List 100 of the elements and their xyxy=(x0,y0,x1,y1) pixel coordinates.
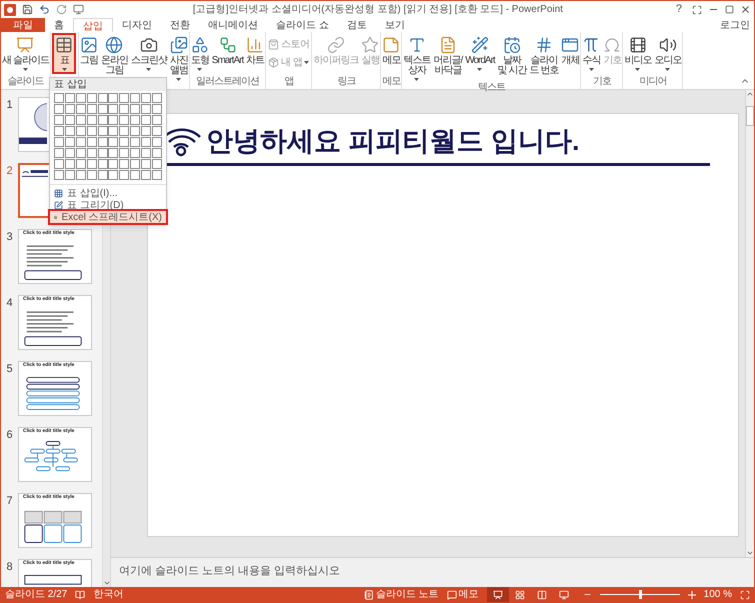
zoom-slider-thumb[interactable] xyxy=(638,590,642,599)
table-grid-cell[interactable] xyxy=(152,148,162,158)
table-grid-cell[interactable] xyxy=(119,115,130,125)
ribbon-button[interactable]: 텍스트 상자 xyxy=(402,35,432,82)
ribbon-tab[interactable]: 슬라이드 쇼 xyxy=(267,18,338,32)
table-grid-cell[interactable] xyxy=(64,170,75,180)
presentation-icon[interactable] xyxy=(73,4,84,15)
table-grid-cell[interactable] xyxy=(86,148,97,158)
table-grid-cell[interactable] xyxy=(130,126,140,136)
table-grid-cell[interactable] xyxy=(76,115,86,125)
table-grid-cell[interactable] xyxy=(130,137,140,147)
table-grid-cell[interactable] xyxy=(152,104,162,114)
table-grid-cell[interactable] xyxy=(141,159,152,169)
notes-button[interactable]: 슬라이드 노트 xyxy=(364,587,439,602)
spellcheck-icon[interactable] xyxy=(75,590,86,600)
table-grid-cell[interactable] xyxy=(108,159,118,169)
table-grid-cell[interactable] xyxy=(152,137,162,147)
save-icon[interactable] xyxy=(22,4,33,15)
table-grid-cell[interactable] xyxy=(141,137,152,147)
zoom-in-icon[interactable] xyxy=(688,590,696,598)
table-grid-cell[interactable] xyxy=(64,104,75,114)
file-tab[interactable]: 파일 xyxy=(1,18,45,32)
menu-item[interactable]: 표 삽입(I)... xyxy=(50,187,166,199)
notes-field[interactable]: 여기에 슬라이드 노트의 내용을 입력하십시오 xyxy=(111,557,754,587)
table-grid-cell[interactable] xyxy=(54,104,64,114)
table-grid-cell[interactable] xyxy=(54,115,64,125)
ribbon-tab[interactable]: 디자인 xyxy=(113,18,161,32)
ribbon-button[interactable]: 메모 xyxy=(381,35,402,67)
table-grid-cell[interactable] xyxy=(141,170,152,180)
table-grid-cell[interactable] xyxy=(119,93,130,103)
table-grid-cell[interactable] xyxy=(64,93,75,103)
table-grid-cell[interactable] xyxy=(54,170,64,180)
ribbon-button[interactable]: 머리글/ 바닥글 xyxy=(432,35,464,77)
table-grid-cell[interactable] xyxy=(64,126,75,136)
table-grid-cell[interactable] xyxy=(130,170,140,180)
table-grid-cell[interactable] xyxy=(86,137,97,147)
table-grid-cell[interactable] xyxy=(141,148,152,158)
ribbon-tab[interactable]: 삽입 xyxy=(73,18,113,32)
table-grid-cell[interactable] xyxy=(98,170,108,180)
scroll-down-icon[interactable] xyxy=(746,549,754,557)
fit-to-window-icon[interactable] xyxy=(740,590,750,600)
table-grid-cell[interactable] xyxy=(130,104,140,114)
table-grid-cell[interactable] xyxy=(119,137,130,147)
ribbon-button[interactable]: 온라인 그림 xyxy=(100,35,129,77)
table-grid-cell[interactable] xyxy=(108,104,118,114)
table-grid-cell[interactable] xyxy=(76,137,86,147)
ribbon-tab[interactable]: 전환 xyxy=(161,18,199,32)
table-grid-cell[interactable] xyxy=(98,137,108,147)
table-grid-cell[interactable] xyxy=(98,115,108,125)
ribbon-button[interactable]: 오디오 xyxy=(653,35,682,72)
sign-in-link[interactable]: 로그인 xyxy=(716,18,754,33)
ribbon-button[interactable]: 날짜 및 시간 xyxy=(496,35,528,77)
table-grid-cell[interactable] xyxy=(76,148,86,158)
table-grid-cell[interactable] xyxy=(64,115,75,125)
ribbon-button[interactable]: 수식 xyxy=(581,35,602,72)
table-grid-cell[interactable] xyxy=(119,159,130,169)
ribbon-button[interactable]: 도형 xyxy=(190,35,210,72)
table-grid-cell[interactable] xyxy=(119,148,130,158)
comments-button[interactable]: 메모 xyxy=(446,587,479,602)
table-grid-cell[interactable] xyxy=(98,93,108,103)
ribbon-button[interactable]: 사진 앨범 xyxy=(168,35,189,82)
table-grid-cell[interactable] xyxy=(152,170,162,180)
ribbon-button[interactable]: SmartArt xyxy=(210,35,244,67)
table-grid-cell[interactable] xyxy=(152,93,162,103)
table-grid-cell[interactable] xyxy=(108,115,118,125)
table-grid-cell[interactable] xyxy=(141,93,152,103)
ribbon-button[interactable]: WordArt xyxy=(464,35,496,72)
table-grid-cell[interactable] xyxy=(54,148,64,158)
table-grid-cell[interactable] xyxy=(76,170,86,180)
table-grid-cell[interactable] xyxy=(130,93,140,103)
table-grid-cell[interactable] xyxy=(108,148,118,158)
table-grid-cell[interactable] xyxy=(86,93,97,103)
ribbon-tab[interactable]: 홈 xyxy=(45,18,73,32)
menu-item[interactable]: Excel 스프레드시트(X) xyxy=(50,211,166,223)
table-grid-cell[interactable] xyxy=(64,148,75,158)
table-grid-cell[interactable] xyxy=(54,159,64,169)
redo-icon[interactable] xyxy=(56,4,67,15)
table-grid-cell[interactable] xyxy=(98,148,108,158)
table-grid-cell[interactable] xyxy=(152,126,162,136)
ribbon-tab[interactable]: 보기 xyxy=(376,18,414,32)
help-button[interactable]: ? xyxy=(672,1,686,18)
table-grid-cell[interactable] xyxy=(119,126,130,136)
menu-item[interactable]: 표 그리기(D) xyxy=(50,199,166,211)
ribbon-button[interactable]: 스크린샷 xyxy=(130,35,168,72)
table-grid-cell[interactable] xyxy=(76,93,86,103)
ribbon-button[interactable]: 개체 xyxy=(560,35,580,67)
table-grid-cell[interactable] xyxy=(54,137,64,147)
ribbon-button[interactable]: 슬라이 드 번호 xyxy=(528,35,560,77)
table-grid-cell[interactable] xyxy=(86,170,97,180)
scroll-thumb[interactable] xyxy=(746,106,754,126)
table-grid-cell[interactable] xyxy=(119,170,130,180)
table-grid-cell[interactable] xyxy=(152,159,162,169)
undo-icon[interactable] xyxy=(39,4,50,15)
table-grid-cell[interactable] xyxy=(54,93,64,103)
table-grid-cell[interactable] xyxy=(98,104,108,114)
table-grid-cell[interactable] xyxy=(141,115,152,125)
table-grid-cell[interactable] xyxy=(64,137,75,147)
table-grid-cell[interactable] xyxy=(141,126,152,136)
table-grid-cell[interactable] xyxy=(108,93,118,103)
table-grid-cell[interactable] xyxy=(64,159,75,169)
